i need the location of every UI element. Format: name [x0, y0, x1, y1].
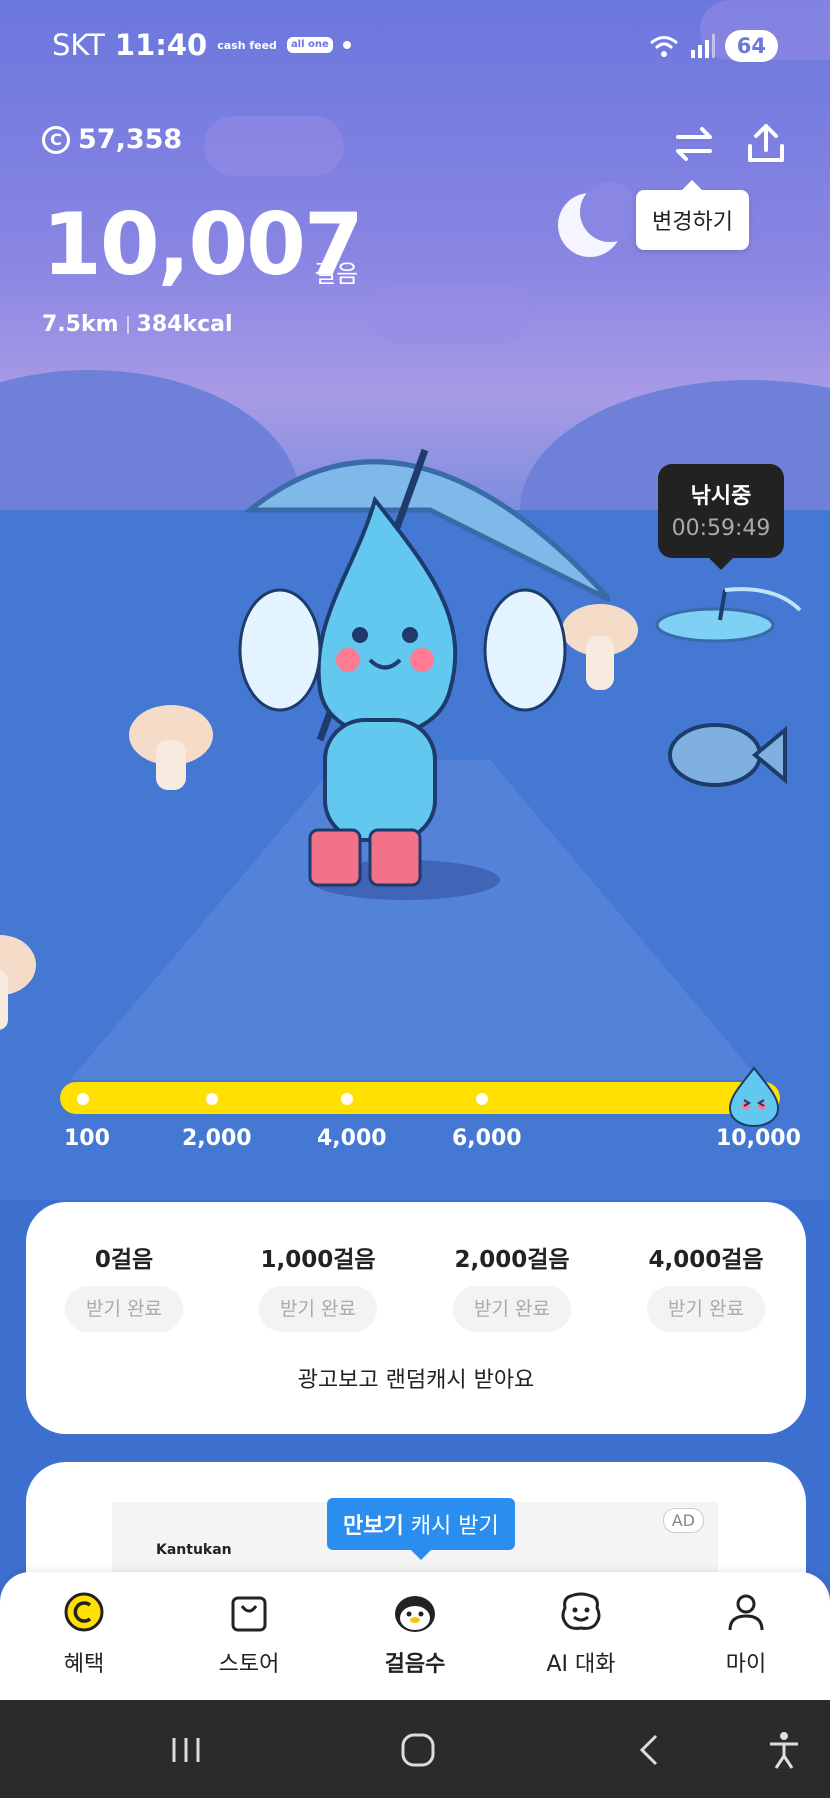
water-drop-character — [238, 448, 610, 900]
milestone-label: 1,000걸음 — [260, 1247, 376, 1273]
milestone-label: 2,000걸음 — [454, 1247, 570, 1273]
fishing-timer: 00:59:49 — [671, 516, 771, 541]
claim-complete-button[interactable]: 받기 완료 — [65, 1286, 183, 1332]
nav-item-ai-chat[interactable]: AI 대화 — [521, 1590, 641, 1678]
progress-label: 6,000 — [452, 1126, 522, 1151]
carrier-label: SKT — [52, 28, 105, 62]
milestone-item: 0걸음 받기 완료 — [44, 1240, 204, 1332]
share-icon[interactable] — [742, 120, 790, 168]
nav-label: AI 대화 — [546, 1652, 616, 1677]
step-unit: 걸음 — [314, 260, 359, 288]
step-progress-bar — [60, 1066, 780, 1128]
milestone-item: 4,000걸음 받기 완료 — [626, 1240, 786, 1332]
wifi-icon — [649, 36, 678, 57]
scene-background — [0, 0, 830, 1200]
progress-label: 2,000 — [182, 1126, 252, 1151]
claim-complete-button[interactable]: 받기 완료 — [453, 1286, 571, 1332]
pedometer-cash-tooltip: 만보기 캐시 받기 — [327, 1498, 515, 1560]
milestone-item: 2,000걸음 받기 완료 — [432, 1240, 592, 1332]
swap-icon[interactable] — [670, 120, 718, 168]
nav-label: 혜택 — [63, 1652, 105, 1677]
claim-complete-button[interactable]: 받기 완료 — [259, 1286, 377, 1332]
coin-icon: C — [42, 125, 70, 154]
system-navigation-bar — [0, 1700, 830, 1798]
chat-face-icon — [561, 1592, 601, 1630]
milestone-label: 0걸음 — [94, 1247, 154, 1273]
shopping-bag-icon — [231, 1596, 267, 1632]
progress-marker — [341, 1093, 353, 1105]
stat-divider — [126, 315, 129, 334]
clock: 11:40 — [114, 28, 208, 62]
notification-dot-icon — [342, 41, 351, 49]
claim-complete-button[interactable]: 받기 완료 — [647, 1286, 765, 1332]
status-bar: SKT 11:40 cash feed all one 64 — [0, 0, 830, 92]
distance-value: 7.5km — [42, 312, 119, 337]
allone-icon: all one — [286, 37, 333, 53]
progress-label: 10,000 — [716, 1126, 801, 1151]
ad-reward-link[interactable]: 광고보고 랜덤캐시 받아요 — [26, 1362, 806, 1394]
mushroom-decoration — [0, 935, 36, 1030]
coin-balance[interactable]: C 57,358 — [42, 124, 182, 155]
progress-label: 100 — [64, 1126, 110, 1151]
person-icon — [728, 1594, 764, 1631]
nav-label: 걸음수 — [384, 1652, 446, 1677]
nav-item-store[interactable]: 스토어 — [189, 1590, 309, 1678]
home-icon[interactable] — [398, 1730, 438, 1770]
coin-icon — [64, 1592, 104, 1632]
fishing-status-badge[interactable]: 낚시중 00:59:49 — [658, 464, 784, 570]
milestone-label: 4,000걸음 — [648, 1247, 764, 1273]
ad-brand-logo: Kantukan — [156, 1542, 232, 1558]
mushroom-decoration — [129, 705, 213, 790]
recent-apps-icon[interactable] — [166, 1730, 206, 1770]
walk-stats: 7.5km 384kcal — [42, 312, 233, 337]
water-drop-mascot-icon — [728, 1066, 780, 1128]
progress-marker — [476, 1093, 488, 1105]
signal-icon — [690, 34, 715, 58]
nav-item-benefits[interactable]: 혜택 — [24, 1590, 144, 1678]
ad-badge: AD — [662, 1508, 704, 1533]
back-icon[interactable] — [630, 1730, 670, 1770]
battery-indicator: 64 — [724, 30, 778, 62]
progress-marker — [77, 1093, 89, 1105]
nav-label: 마이 — [725, 1652, 767, 1677]
progress-label: 4,000 — [317, 1126, 387, 1151]
nav-item-my[interactable]: 마이 — [686, 1590, 806, 1678]
coin-balance-value: 57,358 — [78, 124, 183, 155]
tooltip-bold-text: 만보기 — [343, 1514, 404, 1539]
penguin-icon — [395, 1596, 435, 1632]
fishing-title: 낚시중 — [690, 484, 752, 509]
change-tooltip[interactable]: 변경하기 — [636, 180, 749, 250]
tooltip-text: 캐시 받기 — [403, 1514, 499, 1539]
nav-item-steps[interactable]: 걸음수 — [355, 1590, 475, 1678]
nav-label: 스토어 — [218, 1652, 280, 1677]
calories-value: 384kcal — [136, 312, 233, 337]
cash-feed-icon: cash feed — [217, 38, 277, 52]
bottom-navigation: 혜택 스토어 걸음수 AI 대화 마이 — [0, 1572, 830, 1700]
milestone-item: 1,000걸음 받기 완료 — [238, 1240, 398, 1332]
accessibility-icon[interactable] — [764, 1730, 804, 1770]
fishing-spot — [655, 587, 802, 787]
reward-card: 0걸음 받기 완료 1,000걸음 받기 완료 2,000걸음 받기 완료 4,… — [26, 1202, 806, 1434]
progress-marker — [206, 1093, 218, 1105]
